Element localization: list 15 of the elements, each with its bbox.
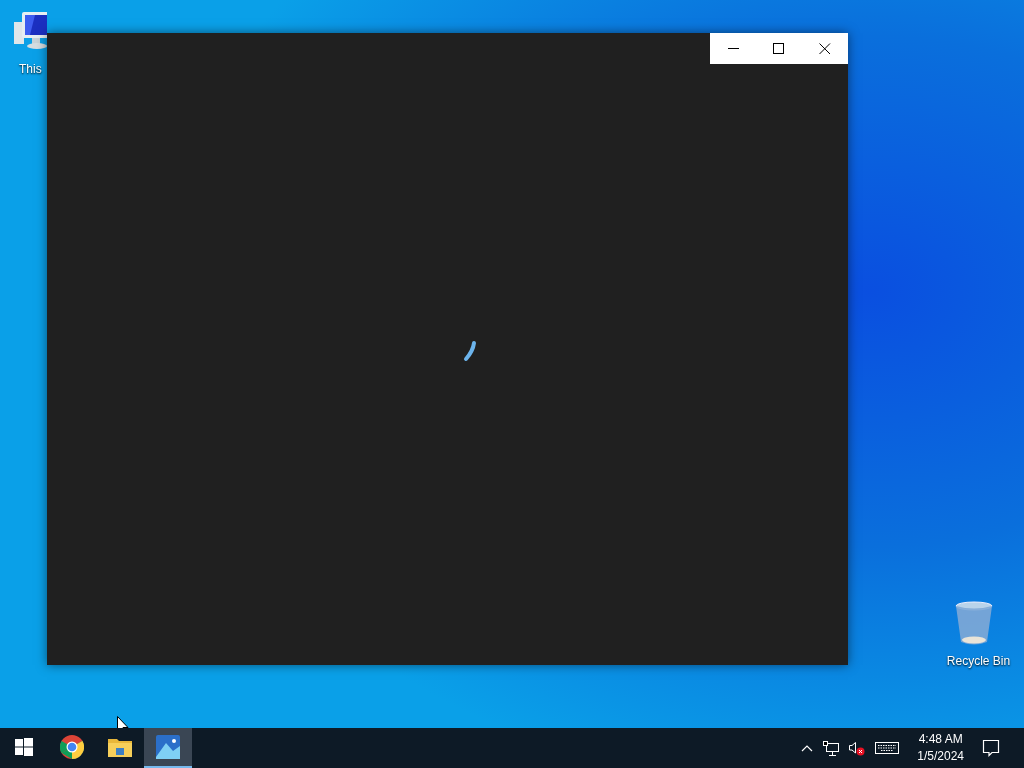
folder-icon xyxy=(108,737,132,757)
maximize-icon xyxy=(773,42,785,55)
minimize-icon xyxy=(727,48,739,49)
notification-icon[interactable] xyxy=(982,739,1000,757)
desktop-icon-label[interactable]: This xyxy=(10,62,42,76)
muted-speaker-icon[interactable] xyxy=(849,740,866,756)
windows-logo-icon xyxy=(15,738,33,756)
clock[interactable]: 4:48 AM 1/5/2024 xyxy=(909,731,972,765)
network-icon[interactable] xyxy=(823,740,840,756)
close-icon xyxy=(819,42,831,55)
keyboard-icon[interactable] xyxy=(875,742,900,754)
browser-icon xyxy=(60,735,84,759)
chevron-up-icon[interactable] xyxy=(801,744,814,752)
photos-icon xyxy=(156,735,180,759)
desktop-icon-label[interactable]: Recycle Bin xyxy=(937,654,1011,668)
